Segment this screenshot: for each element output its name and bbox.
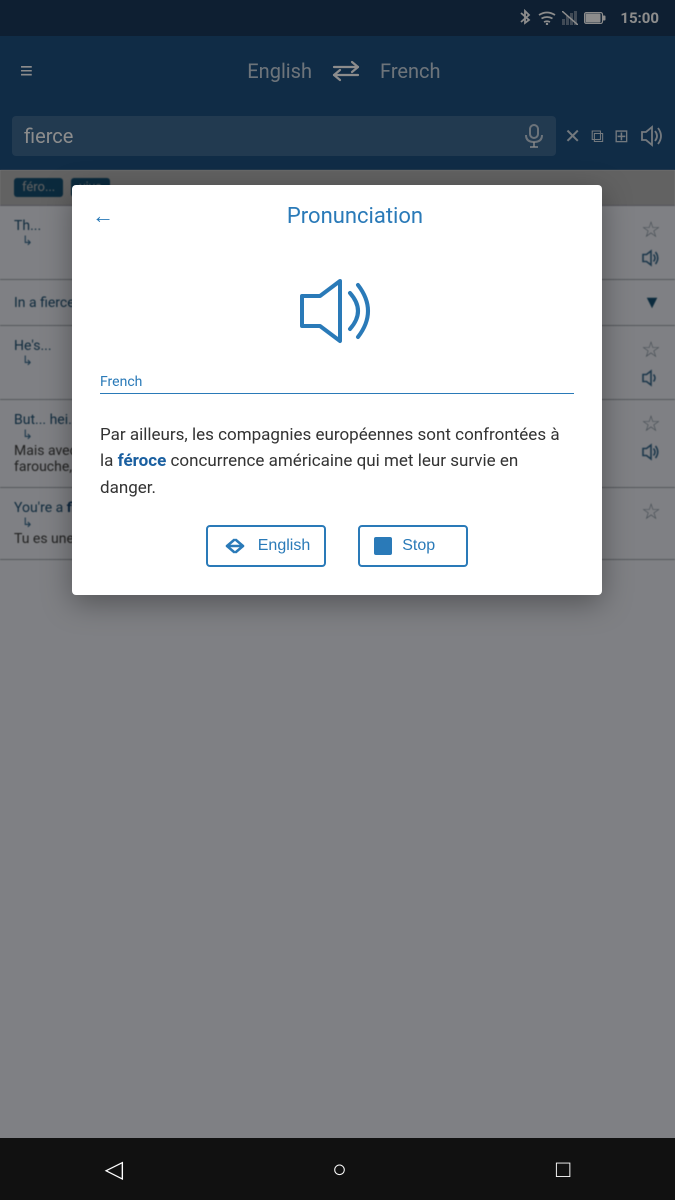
android-recents-button[interactable]: □ — [556, 1155, 571, 1184]
card-text-highlight: féroce — [118, 451, 167, 471]
back-button[interactable]: ← — [92, 203, 114, 229]
android-home-button[interactable]: ○ — [332, 1155, 347, 1184]
card-title: Pronunciation — [128, 204, 582, 229]
pronunciation-card: ← Pronunciation French Par ailleurs, les… — [72, 185, 602, 595]
audio-section — [72, 243, 602, 371]
english-button[interactable]: English — [206, 525, 326, 567]
lang-underline — [100, 393, 574, 394]
stop-button[interactable]: Stop — [358, 525, 468, 567]
big-sound-icon[interactable] — [292, 271, 382, 351]
card-header: ← Pronunciation — [72, 185, 602, 243]
android-back-button[interactable]: ◁ — [105, 1155, 123, 1183]
stop-icon — [374, 537, 392, 555]
lang-label-section: French — [72, 371, 602, 406]
english-btn-label: English — [258, 537, 310, 555]
modal-overlay — [0, 0, 675, 1200]
card-buttons: English Stop — [72, 525, 602, 567]
english-btn-icon — [222, 535, 248, 557]
android-nav-bar: ◁ ○ □ — [0, 1138, 675, 1200]
card-text: Par ailleurs, les compagnies européennes… — [72, 406, 602, 525]
lang-label: French — [100, 374, 142, 390]
stop-btn-label: Stop — [402, 537, 435, 555]
